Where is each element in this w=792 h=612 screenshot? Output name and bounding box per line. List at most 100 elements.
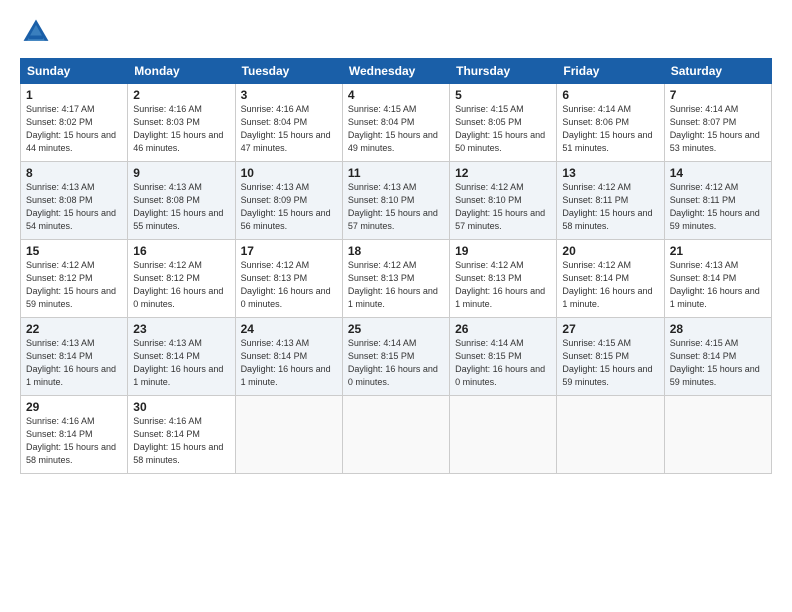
- day-number: 18: [348, 244, 444, 258]
- day-info: Sunrise: 4:15 AMSunset: 8:15 PMDaylight:…: [562, 337, 658, 389]
- day-info: Sunrise: 4:13 AMSunset: 8:08 PMDaylight:…: [26, 181, 122, 233]
- day-number: 26: [455, 322, 551, 336]
- header-day-tuesday: Tuesday: [235, 59, 342, 84]
- calendar-page: SundayMondayTuesdayWednesdayThursdayFrid…: [0, 0, 792, 612]
- calendar-cell: 13Sunrise: 4:12 AMSunset: 8:11 PMDayligh…: [557, 162, 664, 240]
- day-number: 15: [26, 244, 122, 258]
- logo-icon: [20, 16, 52, 48]
- day-info: Sunrise: 4:12 AMSunset: 8:11 PMDaylight:…: [562, 181, 658, 233]
- day-number: 21: [670, 244, 766, 258]
- day-number: 28: [670, 322, 766, 336]
- calendar-cell: 6Sunrise: 4:14 AMSunset: 8:06 PMDaylight…: [557, 84, 664, 162]
- calendar-cell: 30Sunrise: 4:16 AMSunset: 8:14 PMDayligh…: [128, 396, 235, 474]
- day-number: 30: [133, 400, 229, 414]
- calendar-cell: 5Sunrise: 4:15 AMSunset: 8:05 PMDaylight…: [450, 84, 557, 162]
- calendar-cell: 9Sunrise: 4:13 AMSunset: 8:08 PMDaylight…: [128, 162, 235, 240]
- day-info: Sunrise: 4:12 AMSunset: 8:13 PMDaylight:…: [348, 259, 444, 311]
- header-day-thursday: Thursday: [450, 59, 557, 84]
- day-number: 12: [455, 166, 551, 180]
- header-day-friday: Friday: [557, 59, 664, 84]
- day-info: Sunrise: 4:12 AMSunset: 8:10 PMDaylight:…: [455, 181, 551, 233]
- day-number: 7: [670, 88, 766, 102]
- calendar-cell: 21Sunrise: 4:13 AMSunset: 8:14 PMDayligh…: [664, 240, 771, 318]
- calendar-cell: 29Sunrise: 4:16 AMSunset: 8:14 PMDayligh…: [21, 396, 128, 474]
- day-info: Sunrise: 4:14 AMSunset: 8:15 PMDaylight:…: [348, 337, 444, 389]
- calendar-cell: 4Sunrise: 4:15 AMSunset: 8:04 PMDaylight…: [342, 84, 449, 162]
- logo: [20, 16, 58, 48]
- day-info: Sunrise: 4:15 AMSunset: 8:05 PMDaylight:…: [455, 103, 551, 155]
- calendar-cell: 14Sunrise: 4:12 AMSunset: 8:11 PMDayligh…: [664, 162, 771, 240]
- day-info: Sunrise: 4:12 AMSunset: 8:13 PMDaylight:…: [241, 259, 337, 311]
- day-info: Sunrise: 4:12 AMSunset: 8:11 PMDaylight:…: [670, 181, 766, 233]
- day-number: 19: [455, 244, 551, 258]
- calendar-cell: 24Sunrise: 4:13 AMSunset: 8:14 PMDayligh…: [235, 318, 342, 396]
- calendar-header: SundayMondayTuesdayWednesdayThursdayFrid…: [21, 59, 772, 84]
- day-number: 27: [562, 322, 658, 336]
- day-info: Sunrise: 4:16 AMSunset: 8:04 PMDaylight:…: [241, 103, 337, 155]
- day-info: Sunrise: 4:12 AMSunset: 8:12 PMDaylight:…: [26, 259, 122, 311]
- day-number: 10: [241, 166, 337, 180]
- day-info: Sunrise: 4:16 AMSunset: 8:14 PMDaylight:…: [26, 415, 122, 467]
- calendar-cell: 25Sunrise: 4:14 AMSunset: 8:15 PMDayligh…: [342, 318, 449, 396]
- day-info: Sunrise: 4:15 AMSunset: 8:04 PMDaylight:…: [348, 103, 444, 155]
- header-row: SundayMondayTuesdayWednesdayThursdayFrid…: [21, 59, 772, 84]
- calendar-cell: 19Sunrise: 4:12 AMSunset: 8:13 PMDayligh…: [450, 240, 557, 318]
- calendar-cell: [664, 396, 771, 474]
- calendar-cell: [342, 396, 449, 474]
- calendar-cell: 28Sunrise: 4:15 AMSunset: 8:14 PMDayligh…: [664, 318, 771, 396]
- week-row-3: 15Sunrise: 4:12 AMSunset: 8:12 PMDayligh…: [21, 240, 772, 318]
- calendar-cell: [450, 396, 557, 474]
- calendar-cell: 3Sunrise: 4:16 AMSunset: 8:04 PMDaylight…: [235, 84, 342, 162]
- day-number: 29: [26, 400, 122, 414]
- calendar-cell: 18Sunrise: 4:12 AMSunset: 8:13 PMDayligh…: [342, 240, 449, 318]
- day-number: 5: [455, 88, 551, 102]
- calendar-cell: 12Sunrise: 4:12 AMSunset: 8:10 PMDayligh…: [450, 162, 557, 240]
- day-number: 6: [562, 88, 658, 102]
- calendar-cell: [235, 396, 342, 474]
- day-number: 22: [26, 322, 122, 336]
- calendar-cell: 26Sunrise: 4:14 AMSunset: 8:15 PMDayligh…: [450, 318, 557, 396]
- day-number: 1: [26, 88, 122, 102]
- day-info: Sunrise: 4:12 AMSunset: 8:14 PMDaylight:…: [562, 259, 658, 311]
- day-number: 16: [133, 244, 229, 258]
- day-info: Sunrise: 4:16 AMSunset: 8:03 PMDaylight:…: [133, 103, 229, 155]
- day-number: 8: [26, 166, 122, 180]
- week-row-1: 1Sunrise: 4:17 AMSunset: 8:02 PMDaylight…: [21, 84, 772, 162]
- calendar-cell: 10Sunrise: 4:13 AMSunset: 8:09 PMDayligh…: [235, 162, 342, 240]
- calendar-cell: 27Sunrise: 4:15 AMSunset: 8:15 PMDayligh…: [557, 318, 664, 396]
- day-number: 13: [562, 166, 658, 180]
- day-info: Sunrise: 4:13 AMSunset: 8:09 PMDaylight:…: [241, 181, 337, 233]
- calendar-cell: 16Sunrise: 4:12 AMSunset: 8:12 PMDayligh…: [128, 240, 235, 318]
- calendar-cell: 8Sunrise: 4:13 AMSunset: 8:08 PMDaylight…: [21, 162, 128, 240]
- day-info: Sunrise: 4:12 AMSunset: 8:12 PMDaylight:…: [133, 259, 229, 311]
- day-number: 11: [348, 166, 444, 180]
- day-number: 24: [241, 322, 337, 336]
- day-info: Sunrise: 4:17 AMSunset: 8:02 PMDaylight:…: [26, 103, 122, 155]
- day-info: Sunrise: 4:16 AMSunset: 8:14 PMDaylight:…: [133, 415, 229, 467]
- day-info: Sunrise: 4:15 AMSunset: 8:14 PMDaylight:…: [670, 337, 766, 389]
- header-day-saturday: Saturday: [664, 59, 771, 84]
- day-number: 9: [133, 166, 229, 180]
- day-number: 25: [348, 322, 444, 336]
- day-info: Sunrise: 4:13 AMSunset: 8:14 PMDaylight:…: [26, 337, 122, 389]
- header-day-monday: Monday: [128, 59, 235, 84]
- day-number: 23: [133, 322, 229, 336]
- calendar-body: 1Sunrise: 4:17 AMSunset: 8:02 PMDaylight…: [21, 84, 772, 474]
- calendar-cell: 15Sunrise: 4:12 AMSunset: 8:12 PMDayligh…: [21, 240, 128, 318]
- calendar-cell: 2Sunrise: 4:16 AMSunset: 8:03 PMDaylight…: [128, 84, 235, 162]
- day-info: Sunrise: 4:13 AMSunset: 8:14 PMDaylight:…: [670, 259, 766, 311]
- day-info: Sunrise: 4:13 AMSunset: 8:14 PMDaylight:…: [241, 337, 337, 389]
- header-day-sunday: Sunday: [21, 59, 128, 84]
- day-number: 17: [241, 244, 337, 258]
- day-info: Sunrise: 4:13 AMSunset: 8:08 PMDaylight:…: [133, 181, 229, 233]
- calendar-cell: [557, 396, 664, 474]
- calendar-cell: 17Sunrise: 4:12 AMSunset: 8:13 PMDayligh…: [235, 240, 342, 318]
- calendar-cell: 23Sunrise: 4:13 AMSunset: 8:14 PMDayligh…: [128, 318, 235, 396]
- calendar-cell: 11Sunrise: 4:13 AMSunset: 8:10 PMDayligh…: [342, 162, 449, 240]
- calendar-cell: 7Sunrise: 4:14 AMSunset: 8:07 PMDaylight…: [664, 84, 771, 162]
- week-row-5: 29Sunrise: 4:16 AMSunset: 8:14 PMDayligh…: [21, 396, 772, 474]
- day-number: 2: [133, 88, 229, 102]
- calendar-table: SundayMondayTuesdayWednesdayThursdayFrid…: [20, 58, 772, 474]
- day-info: Sunrise: 4:14 AMSunset: 8:07 PMDaylight:…: [670, 103, 766, 155]
- week-row-2: 8Sunrise: 4:13 AMSunset: 8:08 PMDaylight…: [21, 162, 772, 240]
